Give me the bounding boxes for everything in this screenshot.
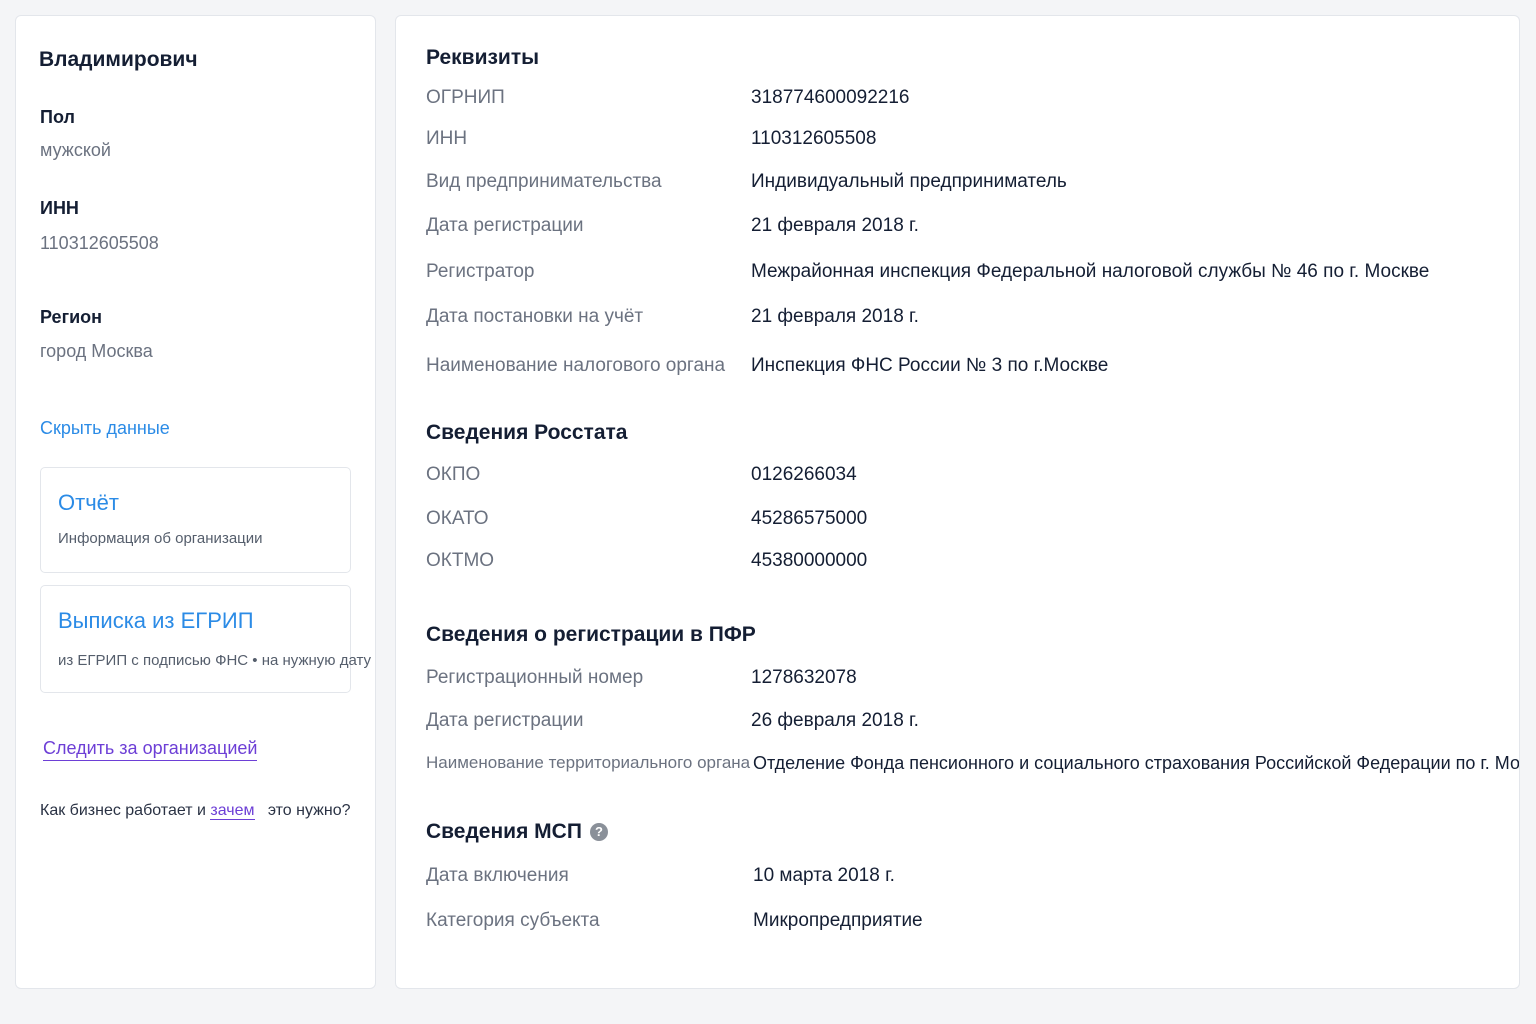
- requisites-label: ИНН: [426, 128, 468, 149]
- rosstat-label: ОКАТО: [426, 508, 489, 529]
- region-label: Регион: [40, 307, 102, 327]
- requisites-label: Наименование налогового органа: [426, 355, 726, 376]
- rosstat-label: ОКТМО: [426, 550, 495, 571]
- rosstat-title: Сведения Росстата: [426, 421, 628, 444]
- pfr-label: Регистрационный номер: [426, 667, 644, 688]
- rosstat-value: 45380000000: [751, 550, 868, 571]
- requisites-value: 110312605508: [751, 128, 877, 149]
- help-icon[interactable]: ?: [589, 823, 608, 841]
- report-button[interactable]: Отчёт Информация об организации: [40, 467, 351, 573]
- msp-label: Категория субъекта: [426, 910, 600, 931]
- extract-subtitle: из ЕГРИП с подписью ФНС • на нужную дату: [58, 652, 372, 669]
- gender-label: Пол: [40, 107, 75, 127]
- hide-data-link[interactable]: Скрыть данные: [40, 418, 170, 439]
- why-text: Как бизнес работает и зачем это нужно?: [40, 802, 351, 820]
- pfr-value: 1278632078: [751, 667, 857, 688]
- requisites-value: Индивидуальный предприниматель: [751, 171, 1067, 192]
- rosstat-label: ОКПО: [426, 464, 481, 485]
- pfr-value: 26 февраля 2018 г.: [751, 710, 919, 731]
- requisites-label: Дата регистрации: [426, 215, 584, 236]
- pfr-value: Отделение Фонда пенсионного и социальног…: [753, 753, 1520, 773]
- requisites-label: Регистратор: [426, 261, 535, 282]
- report-subtitle: Информация об организации: [58, 530, 263, 547]
- requisites-value: 318774600092216: [751, 87, 910, 108]
- follow-organization-link[interactable]: Следить за организацией: [43, 738, 258, 761]
- extract-button[interactable]: Выписка из ЕГРИП из ЕГРИП с подписью ФНС…: [40, 585, 371, 693]
- requisites-value: Инспекция ФНС России № 3 по г.Москве: [751, 355, 1109, 376]
- requisites-value: 21 февраля 2018 г.: [751, 215, 919, 236]
- report-title: Отчёт: [58, 490, 119, 515]
- profile-card: Владимирович Пол мужской ИНН 11031260550…: [15, 15, 376, 989]
- msp-title-wrap: Сведения МСП?: [426, 820, 608, 844]
- requisites-title: Реквизиты: [426, 46, 540, 69]
- why-prefix: Как бизнес работает и: [40, 802, 206, 819]
- requisites-label: Дата постановки на учёт: [426, 306, 644, 327]
- why-link[interactable]: зачем: [210, 802, 255, 820]
- extract-title: Выписка из ЕГРИП: [58, 608, 254, 633]
- details-card: Реквизиты ОГРНИП 318774600092216 ИНН 110…: [395, 15, 1520, 989]
- requisites-label: Вид предпринимательства: [426, 171, 662, 192]
- inn-value: 110312605508: [40, 233, 159, 253]
- msp-label: Дата включения: [426, 865, 569, 886]
- rosstat-value: 45286575000: [751, 508, 868, 529]
- msp-value: 10 марта 2018 г.: [753, 865, 895, 886]
- rosstat-value: 0126266034: [751, 464, 857, 485]
- pfr-title: Сведения о регистрации в ПФР: [426, 623, 756, 646]
- msp-title: Сведения МСП: [426, 820, 582, 843]
- why-suffix: это нужно?: [267, 802, 351, 819]
- person-name: Владимирович: [39, 48, 198, 71]
- inn-label: ИНН: [40, 198, 79, 218]
- pfr-label: Наименование территориального органа: [426, 753, 751, 772]
- requisites-label: ОГРНИП: [426, 87, 505, 108]
- pfr-label: Дата регистрации: [426, 710, 584, 731]
- requisites-value: 21 февраля 2018 г.: [751, 306, 919, 327]
- requisites-value: Межрайонная инспекция Федеральной налого…: [751, 261, 1430, 282]
- gender-value: мужской: [40, 140, 111, 160]
- msp-value: Микропредприятие: [753, 910, 923, 931]
- region-value: город Москва: [40, 341, 153, 361]
